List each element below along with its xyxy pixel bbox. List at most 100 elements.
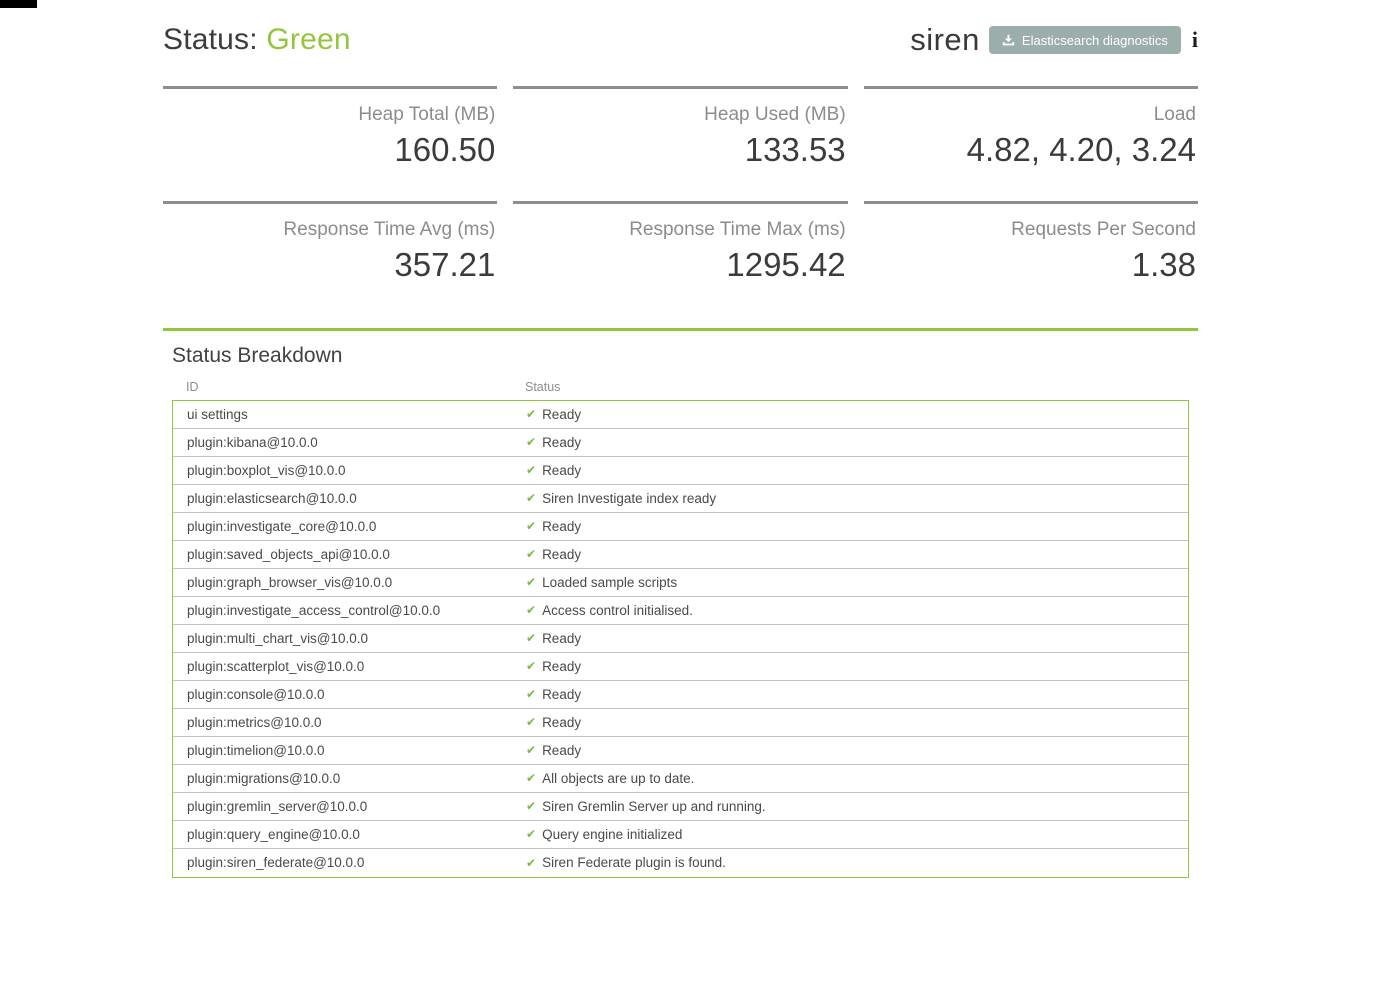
page-header: Status: Green siren Elasticsearch diagno… xyxy=(163,14,1198,66)
row-status: ✔ Ready xyxy=(526,407,1188,422)
row-status-text: Siren Federate plugin is found. xyxy=(542,855,726,870)
metric-value: 133.53 xyxy=(513,131,845,169)
metric-value: 4.82, 4.20, 3.24 xyxy=(864,131,1196,169)
metric-value: 1295.42 xyxy=(513,246,845,284)
row-id: plugin:saved_objects_api@10.0.0 xyxy=(173,547,526,562)
row-id: plugin:metrics@10.0.0 xyxy=(173,715,526,730)
metric-card: Heap Used (MB) 133.53 xyxy=(513,86,847,173)
metric-card: Requests Per Second 1.38 xyxy=(864,201,1198,288)
check-icon: ✔ xyxy=(526,632,536,644)
check-icon: ✔ xyxy=(526,772,536,784)
row-status-text: Ready xyxy=(542,463,581,478)
status-value: Green xyxy=(266,23,350,56)
status-label: Status: xyxy=(163,23,258,56)
table-row: plugin:gremlin_server@10.0.0 ✔ Siren Gre… xyxy=(173,793,1188,821)
row-status: ✔ Ready xyxy=(526,463,1188,478)
row-status-text: Siren Gremlin Server up and running. xyxy=(542,799,766,814)
row-status: ✔ Ready xyxy=(526,687,1188,702)
check-icon: ✔ xyxy=(526,660,536,672)
top-left-black-bar xyxy=(0,0,37,8)
check-icon: ✔ xyxy=(526,548,536,560)
check-icon: ✔ xyxy=(526,828,536,840)
table-row: plugin:scatterplot_vis@10.0.0 ✔ Ready xyxy=(173,653,1188,681)
row-status-text: Ready xyxy=(542,631,581,646)
row-id: plugin:query_engine@10.0.0 xyxy=(173,827,526,842)
diagnostics-button-label: Elasticsearch diagnostics xyxy=(1022,33,1168,48)
siren-logo: siren xyxy=(910,22,980,58)
table-row: plugin:console@10.0.0 ✔ Ready xyxy=(173,681,1188,709)
status-page: Status: Green siren Elasticsearch diagno… xyxy=(163,0,1198,878)
status-table: ui settings ✔ Ready plugin:kibana@10.0.0… xyxy=(172,400,1189,878)
row-status: ✔ Siren Investigate index ready xyxy=(526,491,1188,506)
row-status-text: Ready xyxy=(542,547,581,562)
check-icon: ✔ xyxy=(526,744,536,756)
row-status-text: Loaded sample scripts xyxy=(542,575,677,590)
row-id: plugin:multi_chart_vis@10.0.0 xyxy=(173,631,526,646)
column-header-status: Status xyxy=(525,380,1189,394)
row-id: plugin:migrations@10.0.0 xyxy=(173,771,526,786)
row-id: ui settings xyxy=(173,407,526,422)
metric-card: Heap Total (MB) 160.50 xyxy=(163,86,497,173)
metric-label: Heap Total (MB) xyxy=(163,104,495,126)
row-status-text: Ready xyxy=(542,715,581,730)
row-status-text: Ready xyxy=(542,743,581,758)
check-icon: ✔ xyxy=(526,604,536,616)
metric-label: Load xyxy=(864,104,1196,126)
row-status: ✔ Siren Federate plugin is found. xyxy=(526,855,1188,870)
table-row: plugin:elasticsearch@10.0.0 ✔ Siren Inve… xyxy=(173,485,1188,513)
row-status: ✔ All objects are up to date. xyxy=(526,771,1188,786)
table-row: plugin:migrations@10.0.0 ✔ All objects a… xyxy=(173,765,1188,793)
metric-label: Heap Used (MB) xyxy=(513,104,845,126)
check-icon: ✔ xyxy=(526,464,536,476)
table-header-row: ID Status xyxy=(172,380,1189,394)
row-status: ✔ Loaded sample scripts xyxy=(526,575,1188,590)
table-row: ui settings ✔ Ready xyxy=(173,401,1188,429)
metric-value: 1.38 xyxy=(864,246,1196,284)
metric-label: Response Time Avg (ms) xyxy=(163,219,495,241)
header-right: siren Elasticsearch diagnostics i xyxy=(910,22,1198,58)
row-status-text: Ready xyxy=(542,687,581,702)
metrics-grid: Heap Total (MB) 160.50 Heap Used (MB) 13… xyxy=(163,86,1198,288)
row-status-text: Siren Investigate index ready xyxy=(542,491,716,506)
status-breakdown-section: Status Breakdown ID Status ui settings ✔… xyxy=(163,328,1198,878)
status-breakdown-title: Status Breakdown xyxy=(172,344,1198,368)
elasticsearch-diagnostics-button[interactable]: Elasticsearch diagnostics xyxy=(989,26,1181,54)
row-status-text: Ready xyxy=(542,435,581,450)
row-status: ✔ Ready xyxy=(526,631,1188,646)
row-status: ✔ Access control initialised. xyxy=(526,603,1188,618)
row-status: ✔ Ready xyxy=(526,659,1188,674)
row-id: plugin:investigate_access_control@10.0.0 xyxy=(173,603,526,618)
row-id: plugin:console@10.0.0 xyxy=(173,687,526,702)
table-row: plugin:timelion@10.0.0 ✔ Ready xyxy=(173,737,1188,765)
row-status: ✔ Ready xyxy=(526,715,1188,730)
row-status: ✔ Ready xyxy=(526,519,1188,534)
row-id: plugin:timelion@10.0.0 xyxy=(173,743,526,758)
row-status-text: Ready xyxy=(542,407,581,422)
check-icon: ✔ xyxy=(526,857,536,869)
table-row: plugin:saved_objects_api@10.0.0 ✔ Ready xyxy=(173,541,1188,569)
row-id: plugin:graph_browser_vis@10.0.0 xyxy=(173,575,526,590)
metric-value: 357.21 xyxy=(163,246,495,284)
row-status-text: All objects are up to date. xyxy=(542,771,694,786)
row-id: plugin:elasticsearch@10.0.0 xyxy=(173,491,526,506)
check-icon: ✔ xyxy=(526,688,536,700)
check-icon: ✔ xyxy=(526,576,536,588)
column-header-id: ID xyxy=(172,380,525,394)
check-icon: ✔ xyxy=(526,800,536,812)
download-icon xyxy=(1002,34,1015,47)
row-status: ✔ Siren Gremlin Server up and running. xyxy=(526,799,1188,814)
metric-label: Requests Per Second xyxy=(864,219,1196,241)
table-row: plugin:query_engine@10.0.0 ✔ Query engin… xyxy=(173,821,1188,849)
row-id: plugin:kibana@10.0.0 xyxy=(173,435,526,450)
row-id: plugin:gremlin_server@10.0.0 xyxy=(173,799,526,814)
check-icon: ✔ xyxy=(526,716,536,728)
table-row: plugin:siren_federate@10.0.0 ✔ Siren Fed… xyxy=(173,849,1188,877)
metric-card: Load 4.82, 4.20, 3.24 xyxy=(864,86,1198,173)
info-icon[interactable]: i xyxy=(1190,29,1198,51)
table-row: plugin:boxplot_vis@10.0.0 ✔ Ready xyxy=(173,457,1188,485)
row-id: plugin:siren_federate@10.0.0 xyxy=(173,855,526,870)
check-icon: ✔ xyxy=(526,492,536,504)
check-icon: ✔ xyxy=(526,408,536,420)
row-status-text: Access control initialised. xyxy=(542,603,693,618)
metric-label: Response Time Max (ms) xyxy=(513,219,845,241)
